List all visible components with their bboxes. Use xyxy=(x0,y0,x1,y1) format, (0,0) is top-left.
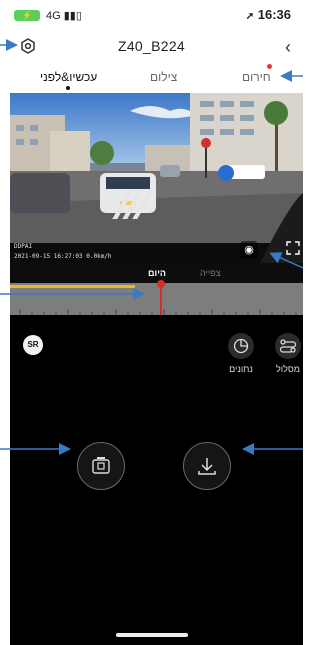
home-indicator[interactable] xyxy=(116,633,188,637)
download-button[interactable] xyxy=(183,442,231,490)
timeline-header: היום צפייה xyxy=(10,263,303,283)
sr-badge[interactable]: SR xyxy=(23,335,43,355)
battery-icon: ⚡ xyxy=(14,10,40,21)
timeline-recorded-segment xyxy=(10,285,135,288)
data-button[interactable] xyxy=(228,333,254,359)
tab-emergency[interactable]: חירום xyxy=(242,70,271,84)
fullscreen-icon[interactable] xyxy=(286,241,302,257)
capture-snapshot-icon[interactable]: ◉ xyxy=(240,241,258,259)
timeline-watch-label[interactable]: צפייה xyxy=(200,268,221,278)
device-title: Z40_B224 xyxy=(117,38,185,54)
timeline-playhead-knob[interactable] xyxy=(157,280,165,288)
dashcam-timestamp: 2021-09-15 16:27:03 0.0km/h xyxy=(14,253,112,260)
status-bar: ⚡ 4G ▮▮▯ ➚ 16:36 xyxy=(0,0,303,28)
signal-icon: ▮▮▯ xyxy=(63,10,82,22)
back-arrow-icon[interactable]: ‹ xyxy=(285,37,291,58)
tab-photos[interactable]: צילום xyxy=(150,70,177,84)
active-tab-indicator xyxy=(66,86,70,90)
data-label: נתונים xyxy=(229,364,253,374)
dashcam-watermark: DDPAI xyxy=(14,243,33,250)
route-icon xyxy=(279,339,297,353)
location-arrow-icon: ➚ xyxy=(245,11,255,22)
timeline-ticks xyxy=(19,309,297,315)
tab-live[interactable]: עכשיו&לפני xyxy=(40,70,97,84)
emergency-notification-dot xyxy=(267,64,272,69)
tab-label: חירום xyxy=(242,70,271,84)
camera-live-view[interactable]: DDPAI 2021-09-15 16:27:03 0.0km/h ◉ xyxy=(10,93,303,263)
street-scene-image xyxy=(10,93,303,263)
status-time: ➚ 16:36 xyxy=(245,7,291,22)
pie-chart-icon xyxy=(233,338,249,354)
route-label: מסלול xyxy=(276,364,300,374)
tab-label: עכשיו&לפני xyxy=(40,70,98,84)
snapshot-button[interactable] xyxy=(77,442,125,490)
camera-icon xyxy=(92,457,110,474)
network-indicator: 4G ▮▮▯ xyxy=(46,10,82,22)
timeline-today-label[interactable]: היום xyxy=(148,268,166,278)
route-button[interactable] xyxy=(275,333,301,359)
download-icon xyxy=(198,458,216,475)
tab-label: צילום xyxy=(150,70,178,84)
